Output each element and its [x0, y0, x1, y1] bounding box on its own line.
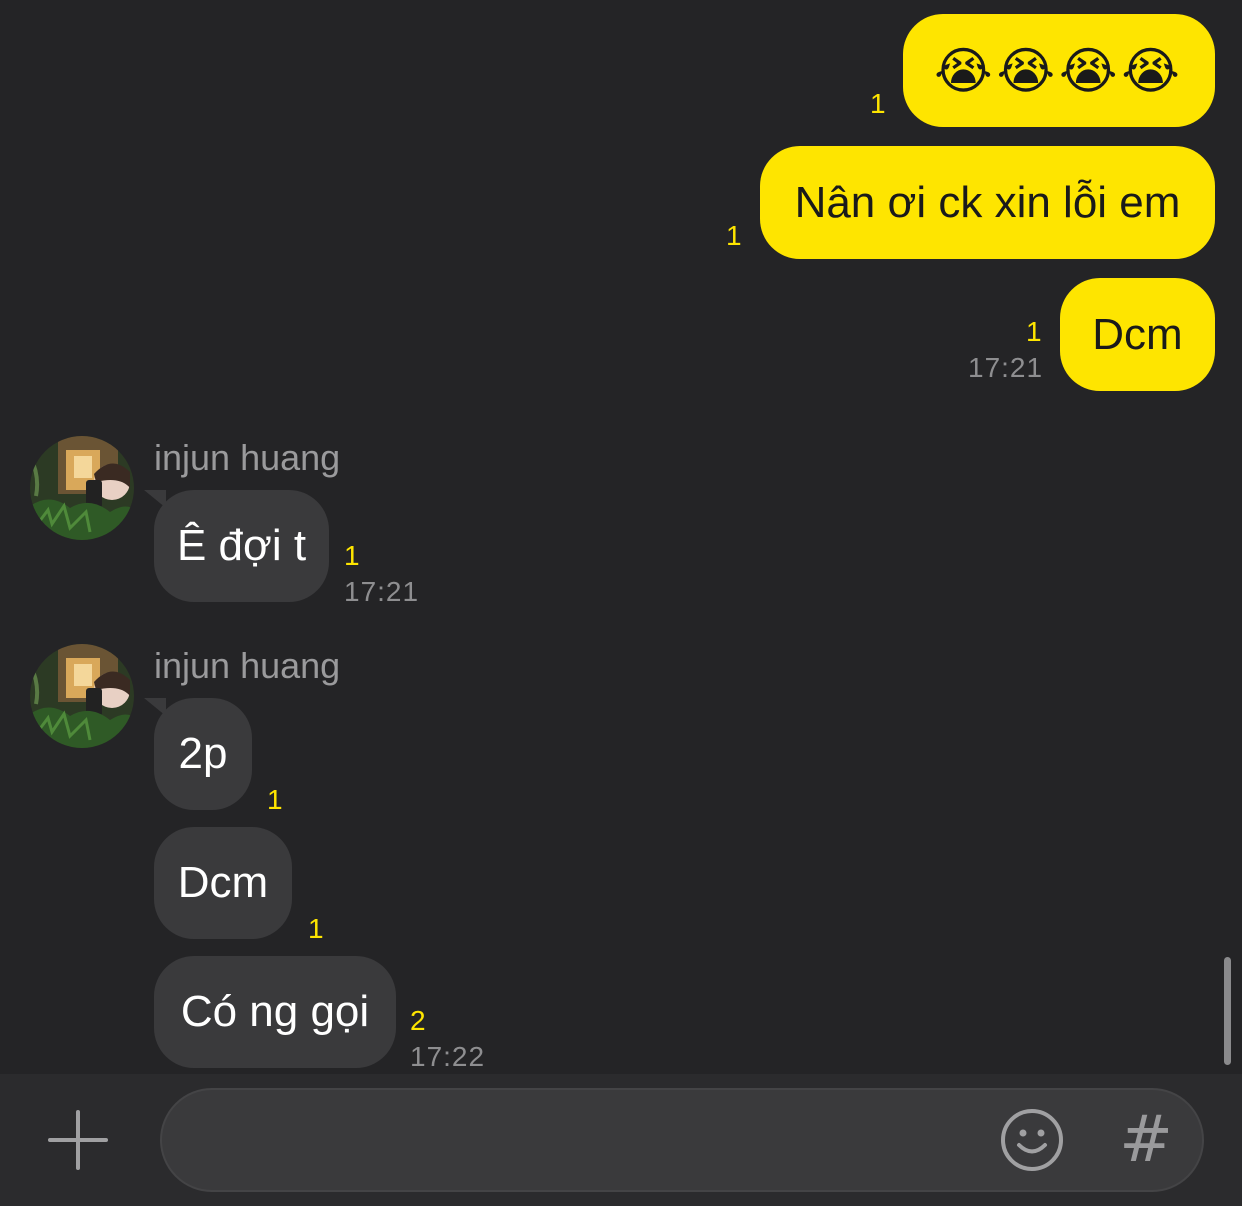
incoming-message[interactable]: Ê đợi t	[154, 490, 329, 602]
smiley-icon	[1001, 1109, 1063, 1171]
outgoing-message[interactable]: Nân ơi ck xin lỗi em	[760, 146, 1215, 259]
read-count: 1	[1026, 316, 1042, 347]
outgoing-message[interactable]: Dcm	[1060, 278, 1215, 391]
read-count: 1	[726, 220, 742, 251]
attach-button[interactable]	[44, 1106, 112, 1174]
incoming-message[interactable]: 2p	[154, 698, 252, 810]
sender-name: injun huang	[154, 437, 341, 478]
outgoing-message[interactable]: 😭😭😭😭	[903, 14, 1215, 127]
avatar[interactable]	[30, 644, 134, 748]
message-text: 2p	[178, 729, 228, 778]
message-text: Dcm	[177, 858, 269, 907]
read-count: 1	[308, 913, 324, 944]
read-count: 1	[267, 784, 283, 815]
timestamp: 17:21	[968, 352, 1044, 383]
message-text: Dcm	[1092, 309, 1183, 359]
chat-area[interactable]: 😭😭😭😭 1 Nân ơi ck xin lỗi em 1 Dcm 1 17:2…	[0, 0, 1242, 1074]
sender-name: injun huang	[154, 645, 341, 686]
avatar-photo-icon	[30, 436, 134, 540]
scrollbar[interactable]	[1224, 957, 1231, 1065]
hashtag-label: #	[1119, 1103, 1173, 1177]
message-text: Có ng gọi	[180, 987, 370, 1036]
read-count: 2	[410, 1005, 426, 1036]
read-count: 1	[870, 88, 886, 119]
read-count: 1	[344, 540, 360, 571]
plus-icon	[48, 1110, 108, 1170]
timestamp: 17:22	[410, 1041, 486, 1072]
avatar[interactable]	[30, 436, 134, 540]
emoji-button[interactable]	[998, 1106, 1066, 1174]
message-text: Nân ơi ck xin lỗi em	[794, 177, 1181, 227]
timestamp: 17:21	[344, 576, 420, 607]
message-text: 😭😭😭😭	[934, 42, 1184, 99]
avatar-photo-icon	[30, 644, 134, 748]
incoming-message[interactable]: Có ng gọi	[154, 956, 396, 1068]
message-text: Ê đợi t	[176, 521, 307, 570]
message-input[interactable]	[198, 1110, 982, 1172]
incoming-message[interactable]: Dcm	[154, 827, 292, 939]
hashtag-button[interactable]: #	[1112, 1100, 1180, 1180]
